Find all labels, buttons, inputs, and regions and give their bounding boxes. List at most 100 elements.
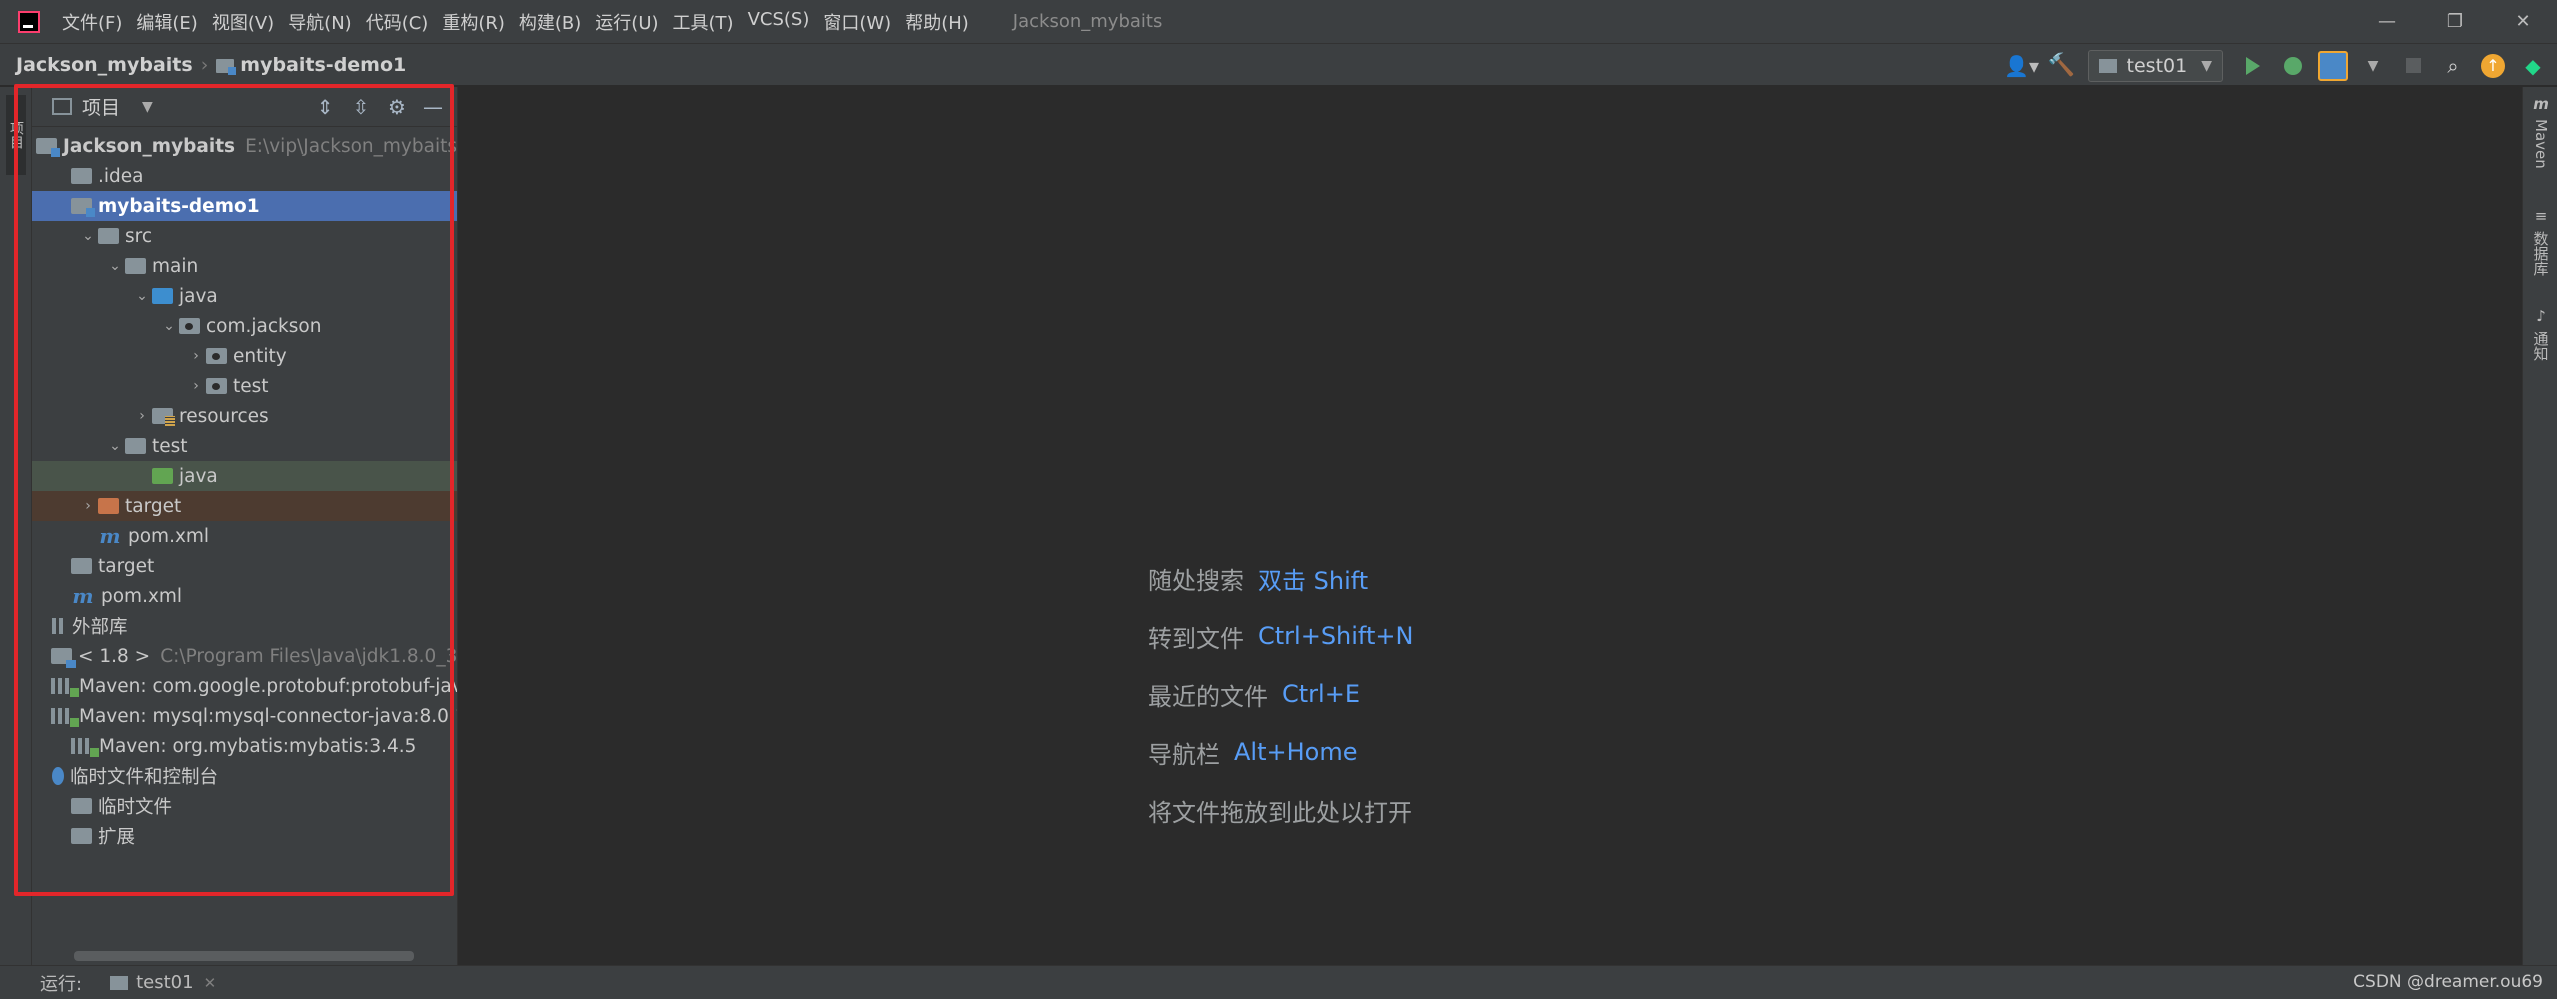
- window-controls: — ❐ ✕: [2353, 0, 2557, 43]
- hint-shortcut: 双击 Shift: [1258, 566, 1369, 595]
- menu-window[interactable]: 窗口(W): [823, 9, 891, 35]
- tree-node[interactable]: java: [32, 461, 457, 491]
- chevron-right-icon[interactable]: ›: [186, 348, 206, 364]
- debug-button[interactable]: [2275, 48, 2311, 84]
- menu-refactor[interactable]: 重构(R): [442, 9, 505, 35]
- tree-node[interactable]: Jackson_mybaits E:\vip\Jackson_mybaits: [32, 131, 457, 161]
- expand-all-button[interactable]: ⇕: [307, 89, 343, 125]
- run-button[interactable]: [2235, 48, 2271, 84]
- breadcrumb-project[interactable]: Jackson_mybaits: [16, 54, 193, 76]
- tree-node[interactable]: Maven: com.google.protobuf:protobuf-java: [32, 671, 474, 701]
- tree-node[interactable]: 临时文件: [32, 791, 457, 821]
- welcome-hint: 最近的文件 Ctrl+E: [1148, 665, 1413, 723]
- package-icon: [206, 348, 227, 364]
- tree-node[interactable]: Maven: org.mybatis:mybatis:3.4.5: [32, 731, 457, 761]
- tree-node[interactable]: m pom.xml: [32, 581, 457, 611]
- library-icon: [51, 678, 79, 697]
- tree-node[interactable]: mybaits-demo1: [32, 191, 457, 221]
- tree-node-label: Jackson_mybaits: [63, 135, 236, 157]
- tree-node[interactable]: › entity: [32, 341, 457, 371]
- menu-vcs[interactable]: VCS(S): [748, 9, 810, 35]
- welcome-hint: 导航栏 Alt+Home: [1148, 723, 1413, 781]
- account-icon[interactable]: 👤▾: [2004, 48, 2040, 84]
- chevron-down-icon[interactable]: ▼: [142, 99, 153, 115]
- tree-node[interactable]: ⌄ src: [32, 221, 457, 251]
- bug-icon: [2284, 56, 2302, 75]
- tree-node[interactable]: › target: [32, 491, 457, 521]
- database-icon: ≡: [2534, 207, 2548, 225]
- tree-node-label: 临时文件和控制台: [70, 767, 219, 788]
- menu-run[interactable]: 运行(U): [595, 9, 658, 35]
- hide-panel-button[interactable]: —: [415, 89, 451, 125]
- tree-node[interactable]: .idea: [32, 161, 457, 191]
- tree-node[interactable]: m pom.xml: [32, 521, 457, 551]
- tree-node-label: test: [233, 375, 269, 397]
- chevron-down-icon[interactable]: ⌄: [105, 258, 125, 274]
- maximize-button[interactable]: ❐: [2421, 0, 2489, 43]
- tree-node[interactable]: › resources: [32, 401, 457, 431]
- external-libraries-icon: [52, 618, 66, 634]
- project-tool-tab[interactable]: 项目: [6, 95, 26, 175]
- maven-tool-tab[interactable]: m Maven: [2529, 95, 2553, 169]
- horizontal-scrollbar[interactable]: [74, 951, 414, 961]
- more-run-actions-button[interactable]: ▼: [2355, 48, 2391, 84]
- tree-node-label: target: [125, 495, 182, 517]
- menu-build[interactable]: 构建(B): [519, 9, 581, 35]
- navigation-bar: Jackson_mybaits › mybaits-demo1 👤▾ 🔨 tes…: [0, 43, 2557, 86]
- menu-code[interactable]: 代码(C): [366, 9, 429, 35]
- breadcrumb-module[interactable]: mybaits-demo1: [240, 54, 406, 76]
- tree-node[interactable]: target: [32, 551, 457, 581]
- tree-node[interactable]: ⌄ com.jackson: [32, 311, 457, 341]
- tree-node[interactable]: › test: [32, 371, 457, 401]
- tree-node-label: Maven: mysql:mysql-connector-java:8.0.18: [79, 705, 479, 727]
- folder-icon: [125, 438, 146, 454]
- chevron-right-icon[interactable]: ›: [78, 498, 98, 514]
- menu-help[interactable]: 帮助(H): [905, 9, 969, 35]
- notifications-tool-tab[interactable]: ♪ 通知: [2529, 307, 2553, 361]
- close-button[interactable]: ✕: [2489, 0, 2557, 43]
- chevron-down-icon[interactable]: ⌄: [159, 318, 179, 334]
- stop-button[interactable]: [2395, 48, 2431, 84]
- editor-area[interactable]: 随处搜索 双击 Shift 转到文件 Ctrl+Shift+N 最近的文件 Ctrl+E 导…: [457, 87, 2522, 965]
- close-icon[interactable]: ✕: [204, 974, 217, 992]
- search-everywhere-button[interactable]: ⌕: [2435, 48, 2471, 84]
- chevron-down-icon[interactable]: ⌄: [132, 288, 152, 304]
- tree-node[interactable]: ⌄ java: [32, 281, 457, 311]
- chevron-right-icon[interactable]: ›: [132, 408, 152, 424]
- scratches-icon: [52, 767, 64, 785]
- tree-node[interactable]: Maven: mysql:mysql-connector-java:8.0.18: [32, 701, 478, 731]
- database-tool-tab[interactable]: ≡ 数据库: [2529, 207, 2553, 276]
- gear-icon[interactable]: ⚙: [379, 89, 415, 125]
- build-hammer-icon[interactable]: 🔨: [2044, 48, 2080, 84]
- tree-node[interactable]: < 1.8 > C:\Program Files\Java\jdk1.8.0_36…: [32, 641, 481, 671]
- tree-node[interactable]: 临时文件和控制台: [32, 761, 457, 791]
- tree-node[interactable]: ⌄ main: [32, 251, 457, 281]
- coverage-button[interactable]: [2315, 48, 2351, 84]
- collapse-all-button[interactable]: ⇳: [343, 89, 379, 125]
- minimize-button[interactable]: —: [2353, 0, 2421, 43]
- bottom-run-bar: 运行: test01 ✕ CSDN @dreamer.ou69: [0, 965, 2557, 999]
- updates-button[interactable]: ↑: [2475, 48, 2511, 84]
- menu-edit[interactable]: 编辑(E): [136, 9, 197, 35]
- menu-navigate[interactable]: 导航(N): [288, 9, 352, 35]
- tree-node[interactable]: 扩展: [32, 821, 457, 851]
- menu-view[interactable]: 视图(V): [212, 9, 274, 35]
- menu-file[interactable]: 文件(F): [62, 9, 122, 35]
- hint-shortcut: Ctrl+Shift+N: [1258, 622, 1414, 650]
- run-configuration-select[interactable]: test01 ▼: [2087, 49, 2223, 82]
- folder-icon: [71, 828, 92, 844]
- hint-text: 导航栏: [1148, 740, 1220, 769]
- project-panel-header: 项目 ▼ ⇕ ⇳ ⚙ —: [32, 87, 457, 127]
- menu-tools[interactable]: 工具(T): [673, 9, 734, 35]
- folder-icon: [98, 498, 119, 514]
- tree-node[interactable]: ⌄ test: [32, 431, 457, 461]
- tree-node[interactable]: 外部库: [32, 611, 457, 641]
- jetbrains-toolbox-icon[interactable]: ◆: [2515, 48, 2551, 84]
- project-panel-title[interactable]: 项目: [82, 93, 120, 120]
- library-icon: [71, 738, 99, 757]
- run-tab-test01[interactable]: test01 ✕: [110, 972, 216, 993]
- chevron-right-icon[interactable]: ›: [186, 378, 206, 394]
- chevron-down-icon[interactable]: ⌄: [78, 228, 98, 244]
- tree-node-label: target: [98, 555, 155, 577]
- chevron-down-icon[interactable]: ⌄: [105, 438, 125, 454]
